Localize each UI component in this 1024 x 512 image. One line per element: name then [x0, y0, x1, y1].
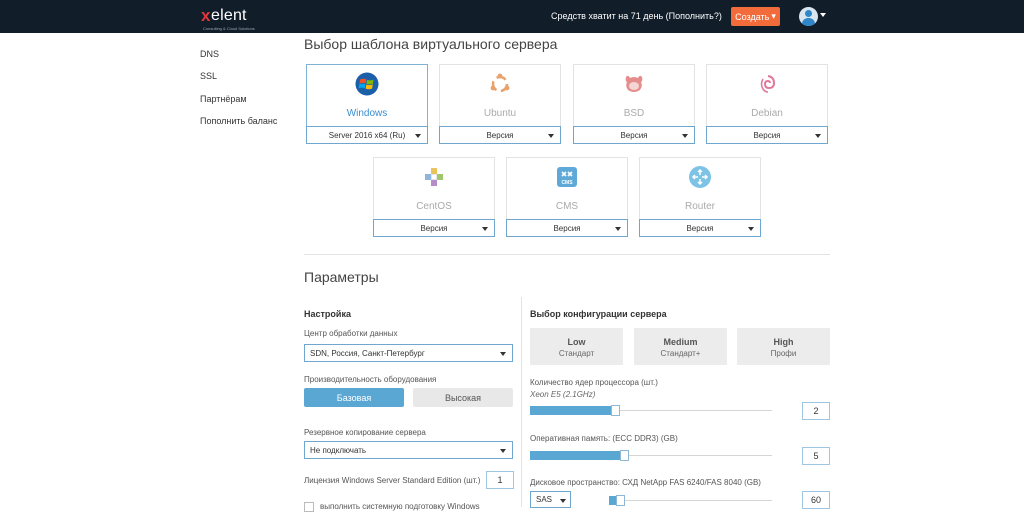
cpu-label: Количество ядер процессора (шт.)	[530, 378, 658, 387]
os-name: Router	[684, 201, 715, 212]
windows-icon	[355, 72, 379, 96]
os-version-select-router[interactable]: Версия	[639, 219, 761, 237]
os-version-value: Server 2016 x64 (Ru)	[328, 130, 406, 140]
tier-name: High	[773, 337, 794, 347]
os-version-select-cms[interactable]: Версия	[506, 219, 628, 237]
os-version-select-centos[interactable]: Версия	[373, 219, 495, 237]
chevron-down-icon	[500, 449, 506, 453]
svg-text:CMS: CMS	[561, 180, 573, 186]
user-menu-caret-icon[interactable]	[820, 13, 826, 17]
create-button[interactable]: Создать ▾	[731, 7, 780, 26]
os-name: Windows	[346, 108, 388, 119]
column-divider	[521, 297, 522, 507]
chevron-down-icon	[560, 499, 566, 503]
sidebar-item-partners[interactable]: Партнёрам	[200, 94, 247, 104]
sidebar-item-topup[interactable]: Пополнить баланс	[200, 116, 277, 126]
slider-handle[interactable]	[611, 405, 620, 416]
os-version-select-ubuntu[interactable]: Версия	[439, 126, 561, 144]
top-navbar: x elent Consulting & Cloud Solutions Сре…	[0, 0, 1024, 33]
slider-handle[interactable]	[620, 450, 629, 461]
os-name: BSD	[623, 108, 645, 119]
tier-sub: Стандарт+	[660, 349, 701, 358]
os-version-value: Версия	[753, 130, 781, 140]
chevron-down-icon	[615, 227, 621, 231]
disk-label: Дисковое пространство: СХД NetApp FAS 62…	[530, 478, 761, 487]
xelent-logo[interactable]: x elent Consulting & Cloud Solutions	[201, 6, 261, 32]
disk-type-select[interactable]: SAS	[530, 491, 571, 508]
performance-label: Производительность оборудования	[304, 375, 437, 384]
os-name: CMS	[555, 201, 579, 212]
performance-high-button[interactable]: Высокая	[413, 388, 513, 407]
ubuntu-icon	[490, 73, 510, 93]
sysprep-checkbox[interactable]	[304, 502, 314, 512]
os-name: Ubuntu	[483, 108, 517, 119]
backup-select[interactable]: Не подключать	[304, 441, 513, 459]
os-name: Debian	[751, 108, 783, 119]
centos-icon	[425, 168, 443, 186]
chevron-down-icon: ▾	[771, 11, 776, 21]
chevron-down-icon	[815, 134, 821, 138]
datacenter-label: Центр обработки данных	[304, 329, 398, 338]
disk-slider[interactable]	[609, 495, 772, 506]
os-name: CentOS	[416, 201, 452, 212]
os-version-value: Версия	[486, 130, 514, 140]
create-button-label: Создать	[735, 11, 770, 22]
os-version-value: Версия	[620, 130, 648, 140]
tier-name: Low	[567, 337, 586, 347]
slider-handle[interactable]	[616, 495, 625, 506]
settings-heading: Настройка	[304, 309, 351, 319]
license-quantity-input[interactable]: 1	[486, 471, 514, 489]
os-version-select-bsd[interactable]: Версия	[573, 126, 695, 144]
section-divider	[304, 254, 830, 255]
chevron-down-icon	[482, 227, 488, 231]
backup-value: Не подключать	[310, 445, 367, 455]
tier-sub: Профи	[770, 349, 797, 358]
ram-slider[interactable]	[530, 450, 772, 461]
os-version-select-debian[interactable]: Версия	[706, 126, 828, 144]
cpu-cores-input[interactable]: 2	[802, 402, 830, 420]
os-version-value: Версия	[420, 223, 448, 233]
chevron-down-icon	[415, 134, 421, 138]
backup-label: Резервное копирование сервера	[304, 428, 426, 437]
chevron-down-icon	[748, 227, 754, 231]
debian-icon	[760, 75, 776, 93]
template-section-title: Выбор шаблона виртуального сервера	[304, 36, 558, 52]
chevron-down-icon	[682, 134, 688, 138]
tier-high-button[interactable]: High Профи	[737, 328, 830, 365]
tier-low-button[interactable]: Low Стандарт	[530, 328, 623, 365]
ram-input[interactable]: 5	[802, 447, 830, 465]
cms-icon: CMS	[557, 167, 577, 187]
tier-sub: Стандарт	[558, 349, 595, 358]
cpu-sublabel: Xeon E5 (2.1GHz)	[530, 390, 596, 399]
sidebar-item-ssl[interactable]: SSL	[200, 71, 217, 81]
tier-name: Medium	[663, 337, 698, 347]
disk-size-input[interactable]: 60	[802, 491, 830, 509]
logo-text: elent	[211, 7, 247, 24]
os-version-value: Версия	[686, 223, 714, 233]
performance-basic-button[interactable]: Базовая	[304, 388, 404, 407]
user-avatar-icon[interactable]	[799, 7, 818, 26]
os-version-value: Версия	[553, 223, 581, 233]
datacenter-select[interactable]: SDN, Россия, Санкт-Петербург	[304, 344, 513, 362]
os-version-select-windows[interactable]: Server 2016 x64 (Ru)	[306, 126, 428, 144]
cpu-slider[interactable]	[530, 405, 772, 416]
tier-medium-button[interactable]: Medium Стандарт+	[634, 328, 727, 365]
sidebar-item-dns[interactable]: DNS	[200, 49, 219, 59]
datacenter-value: SDN, Россия, Санкт-Петербург	[310, 348, 425, 358]
logo-tagline: Consulting & Cloud Solutions	[203, 26, 255, 31]
config-heading: Выбор конфигурации сервера	[530, 309, 667, 319]
chevron-down-icon	[500, 352, 506, 356]
router-icon	[689, 166, 711, 188]
params-section-title: Параметры	[304, 269, 379, 285]
chevron-down-icon	[548, 134, 554, 138]
bsd-icon	[625, 75, 643, 92]
funds-remaining-link[interactable]: Средств хватит на 71 день (Пополнить?)	[551, 11, 722, 21]
license-label: Лицензия Windows Server Standard Edition…	[304, 476, 481, 485]
ram-label: Оперативная память: (ECC DDR3) (GB)	[530, 434, 678, 443]
logo-x: x	[201, 6, 211, 25]
disk-type-value: SAS	[536, 495, 553, 504]
